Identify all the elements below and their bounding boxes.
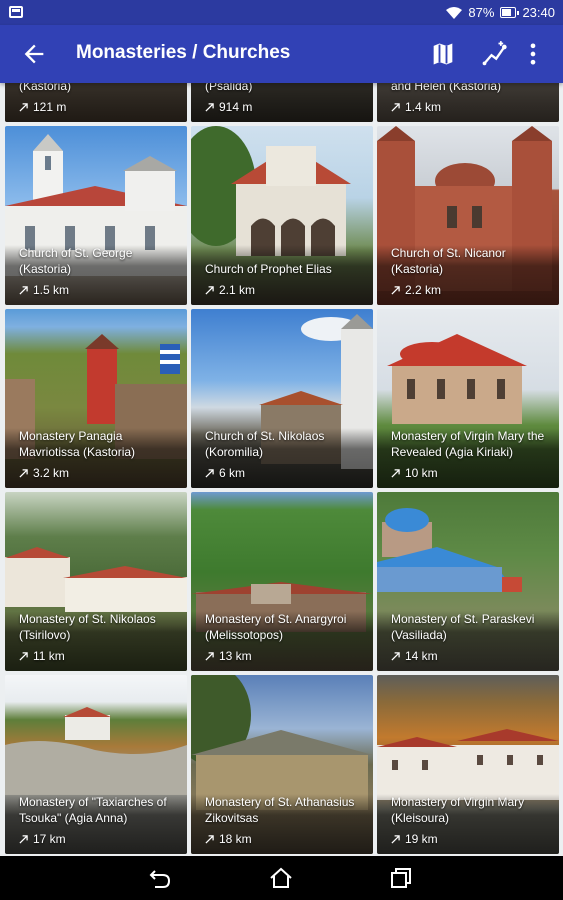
place-distance: 6 km (205, 466, 245, 480)
place-tile[interactable]: Church of St. Nikolaos (Koromilia) 6 km (191, 309, 373, 488)
north-east-arrow-icon (205, 102, 214, 112)
north-east-arrow-icon (205, 651, 214, 661)
place-tile[interactable]: (Kastoria) 121 m (5, 83, 187, 122)
north-east-arrow-icon (205, 468, 214, 478)
status-indicators: 87% 23:40 (446, 0, 555, 25)
place-tile[interactable]: Monastery of St. Nikolaos (Tsirilovo) 11… (5, 492, 187, 671)
place-name: Monastery of Virgin Mary the Revealed (A… (391, 429, 545, 459)
north-east-arrow-icon (19, 834, 28, 844)
north-east-arrow-icon (205, 285, 214, 295)
place-name: Church of St. Nicanor (Kastoria) (391, 246, 506, 276)
place-name: (Kastoria) (19, 83, 72, 93)
page-title: Monasteries / Churches (76, 42, 291, 63)
places-grid: (Kastoria) 121 m (Psalida) 914 m and Hel… (0, 83, 563, 856)
place-distance: 2.2 km (391, 283, 441, 297)
place-name: Monastery of St. Anargyroi (Melissotopos… (205, 612, 347, 642)
place-tile[interactable]: (Psalida) 914 m (191, 83, 373, 122)
system-navigation-bar (0, 856, 563, 900)
place-tile[interactable]: Church of Prophet Elias 2.1 km (191, 126, 373, 305)
app-bar: Monasteries / Churches (0, 25, 563, 83)
place-name: Church of St. Nikolaos (Koromilia) (205, 429, 325, 459)
place-tile[interactable]: Church of St. George (Kastoria) 1.5 km (5, 126, 187, 305)
nav-back-icon[interactable] (147, 865, 173, 891)
place-distance: 1.5 km (19, 283, 69, 297)
north-east-arrow-icon (391, 102, 400, 112)
clock: 23:40 (522, 5, 555, 20)
place-tile[interactable]: Monastery of Virgin Mary the Revealed (A… (377, 309, 559, 488)
place-distance: 18 km (205, 832, 252, 846)
north-east-arrow-icon (391, 834, 400, 844)
north-east-arrow-icon (391, 285, 400, 295)
north-east-arrow-icon (391, 468, 400, 478)
place-name: and Helen (Kastoria) (391, 83, 502, 93)
place-distance: 3.2 km (19, 466, 69, 480)
route-icon[interactable] (481, 40, 509, 68)
place-distance: 914 m (205, 100, 252, 114)
place-name: (Psalida) (205, 83, 253, 93)
place-tile[interactable]: and Helen (Kastoria) 1.4 km (377, 83, 559, 122)
place-distance: 17 km (19, 832, 66, 846)
arrow-left-icon[interactable] (20, 40, 48, 68)
north-east-arrow-icon (19, 285, 28, 295)
north-east-arrow-icon (205, 834, 214, 844)
place-tile[interactable]: Monastery of St. Athanasius Zikovitsas 1… (191, 675, 373, 854)
place-name: Monastery of "Taxiarches of Tsouka" (Agi… (19, 795, 167, 825)
place-name: Monastery Panagia Mavriotissa (Kastoria) (19, 429, 136, 459)
place-tile[interactable]: Church of St. Nicanor (Kastoria) 2.2 km (377, 126, 559, 305)
place-distance: 121 m (19, 100, 66, 114)
place-name: Monastery of St. Nikolaos (Tsirilovo) (19, 612, 156, 642)
wifi-icon (446, 6, 463, 19)
nav-home-icon[interactable] (268, 865, 294, 891)
place-tile[interactable]: Monastery of St. Paraskevi (Vasiliada) 1… (377, 492, 559, 671)
battery-icon (500, 7, 520, 18)
status-bar: 87% 23:40 (0, 0, 563, 25)
place-name: Monastery of St. Paraskevi (Vasiliada) (391, 612, 535, 642)
place-distance: 10 km (391, 466, 438, 480)
north-east-arrow-icon (19, 468, 28, 478)
north-east-arrow-icon (19, 651, 28, 661)
place-distance: 14 km (391, 649, 438, 663)
place-distance: 1.4 km (391, 100, 441, 114)
place-name: Church of St. George (Kastoria) (19, 246, 133, 276)
map-icon[interactable] (429, 40, 457, 68)
place-distance: 11 km (19, 649, 65, 663)
north-east-arrow-icon (19, 102, 28, 112)
place-tile[interactable]: Monastery of Virgin Mary (Kleisoura) 19 … (377, 675, 559, 854)
nav-recents-icon[interactable] (388, 865, 414, 891)
place-distance: 19 km (391, 832, 438, 846)
place-tile[interactable]: Monastery of "Taxiarches of Tsouka" (Agi… (5, 675, 187, 854)
place-tile[interactable]: Monastery Panagia Mavriotissa (Kastoria)… (5, 309, 187, 488)
notification-icon (9, 6, 23, 18)
place-tile[interactable]: Monastery of St. Anargyroi (Melissotopos… (191, 492, 373, 671)
north-east-arrow-icon (391, 651, 400, 661)
place-name: Monastery of Virgin Mary (Kleisoura) (391, 795, 525, 825)
place-name: Church of Prophet Elias (205, 262, 332, 276)
battery-percent: 87% (468, 5, 495, 20)
more-vert-icon[interactable] (519, 40, 547, 68)
place-distance: 13 km (205, 649, 252, 663)
place-name: Monastery of St. Athanasius Zikovitsas (205, 795, 355, 825)
place-distance: 2.1 km (205, 283, 255, 297)
